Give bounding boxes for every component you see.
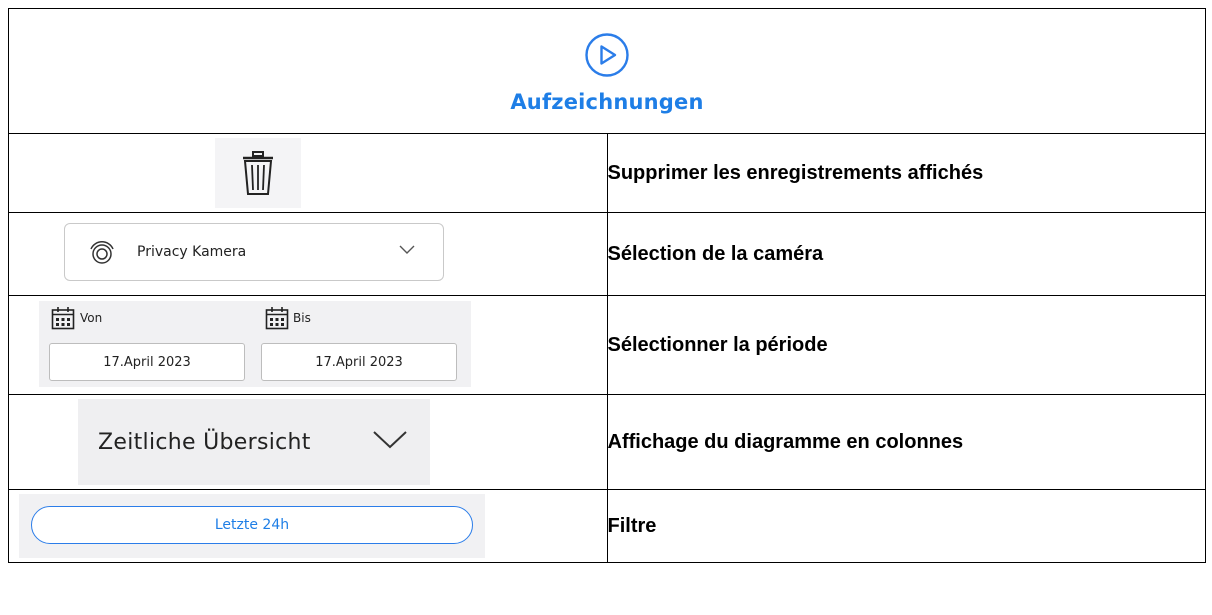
control-cell xyxy=(8,133,608,213)
table-row: Letzte 24h Filtre xyxy=(8,489,1206,563)
calendar-icon xyxy=(51,307,75,330)
table-row: Zeitliche Übersicht Affichage du diagram… xyxy=(8,394,1206,490)
chevron-down-icon xyxy=(373,431,407,449)
table-row: Von Bis 17.April 2023 17.April 2023 Séle… xyxy=(8,295,1206,395)
control-cell: Letzte 24h xyxy=(8,489,608,563)
camera-icon xyxy=(90,241,114,264)
from-label: Von xyxy=(80,311,103,325)
header: Aufzeichnungen xyxy=(9,9,1205,133)
feature-table: Aufzeichnungen Supprimer les enregistrem… xyxy=(8,8,1206,563)
header-cell: Aufzeichnungen xyxy=(8,8,1206,134)
to-label: Bis xyxy=(293,311,311,325)
play-circle-icon xyxy=(585,33,629,77)
chevron-down-icon xyxy=(399,245,415,254)
delete-button[interactable] xyxy=(215,138,301,208)
table-row: Supprimer les enregistrements affichés xyxy=(8,133,1206,213)
description-cell: Sélectionner la période xyxy=(606,295,1206,395)
description-cell: Supprimer les enregistrements affichés xyxy=(606,133,1206,213)
header-title: Aufzeichnungen xyxy=(510,90,704,114)
from-date-field[interactable]: 17.April 2023 xyxy=(49,343,245,381)
description-cell: Affichage du diagramme en colonnes xyxy=(606,394,1206,490)
time-overview-toggle[interactable]: Zeitliche Übersicht xyxy=(78,399,430,485)
header-row: Aufzeichnungen xyxy=(8,8,1206,134)
filter-button[interactable]: Letzte 24h xyxy=(31,506,473,544)
to-date-field[interactable]: 17.April 2023 xyxy=(261,343,457,381)
calendar-icon xyxy=(265,307,289,330)
camera-select[interactable]: Privacy Kamera xyxy=(64,223,444,281)
table-row: Privacy Kamera Sélection de la caméra xyxy=(8,212,1206,296)
control-cell: Von Bis 17.April 2023 17.April 2023 xyxy=(8,295,608,395)
time-overview-label: Zeitliche Übersicht xyxy=(98,429,311,455)
description-cell: Filtre xyxy=(606,489,1206,563)
period-selector: Von Bis 17.April 2023 17.April 2023 xyxy=(39,301,471,387)
control-cell: Zeitliche Übersicht xyxy=(8,394,608,490)
control-cell: Privacy Kamera xyxy=(8,212,608,296)
description-cell: Sélection de la caméra xyxy=(606,212,1206,296)
trash-icon xyxy=(243,151,273,195)
camera-select-value: Privacy Kamera xyxy=(137,244,247,260)
